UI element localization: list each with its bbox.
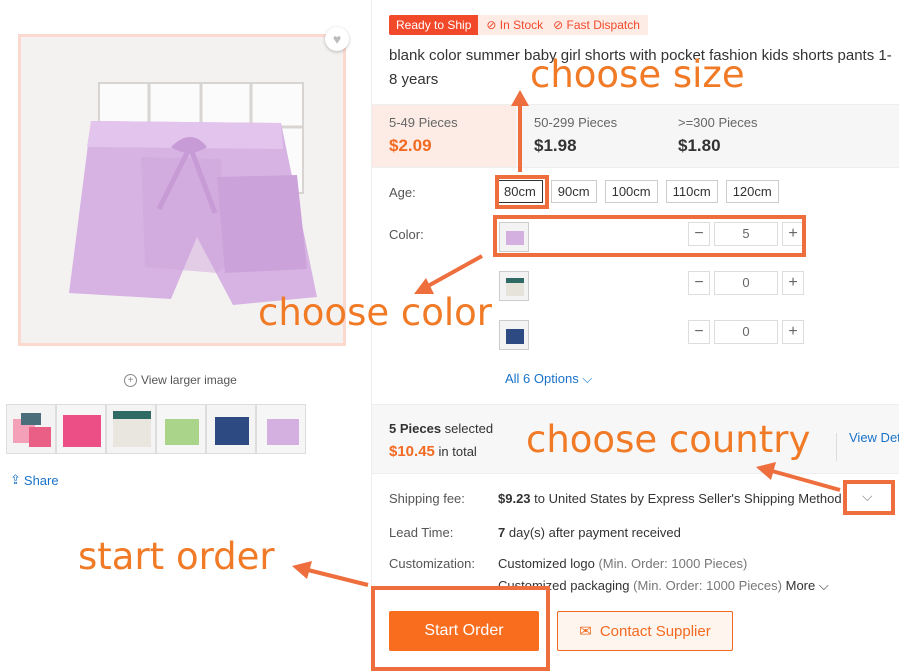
annotation-start-order: start order [78, 535, 275, 578]
annotation-choose-country: choose country [526, 418, 811, 461]
annotation-choose-size: choose size [530, 53, 745, 96]
annotation-choose-color: choose color [258, 291, 492, 334]
product-page: ♥ + View larger image ⇪ Share Ready to S… [0, 0, 899, 671]
